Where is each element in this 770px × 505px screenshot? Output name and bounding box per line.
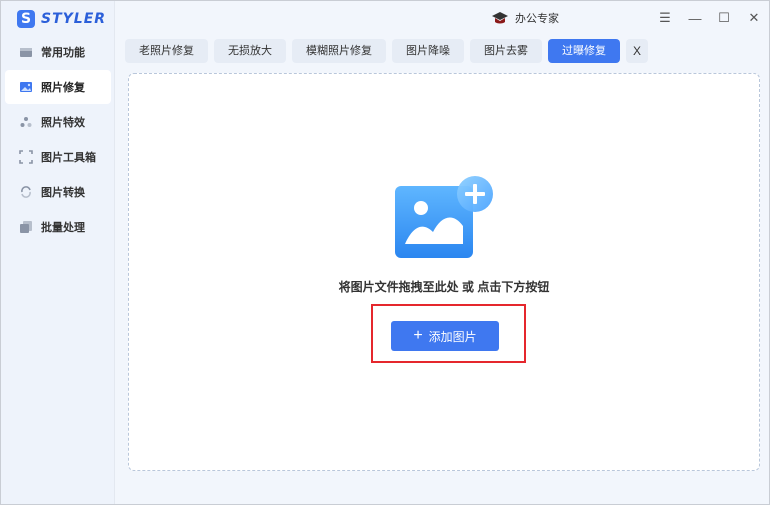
- app-window: S STYLER 常用功能 照片修复 照片特效 图片工具箱 图片转换 批量处理 …: [0, 0, 770, 505]
- maximize-icon: ☐: [718, 10, 730, 25]
- plus-icon: +: [413, 327, 423, 344]
- maximize-button[interactable]: ☐: [715, 9, 733, 27]
- sidebar: S STYLER 常用功能 照片修复 照片特效 图片工具箱 图片转换 批量处理: [1, 1, 115, 504]
- toolbox-icon: [20, 48, 32, 57]
- close-button[interactable]: ✕: [745, 9, 763, 27]
- close-icon: ✕: [748, 10, 760, 25]
- sidebar-item-batch[interactable]: 批量处理: [5, 210, 111, 244]
- logo-text: STYLER: [41, 11, 107, 27]
- tab-old-photo-repair[interactable]: 老照片修复: [125, 39, 208, 63]
- tab-blur-repair[interactable]: 模糊照片修复: [292, 39, 386, 63]
- sidebar-nav: 常用功能 照片修复 照片特效 图片工具箱 图片转换 批量处理: [5, 35, 111, 245]
- sidebar-item-label: 图片转换: [41, 187, 85, 199]
- title-bar: 办公专家 ☰ — ☐ ✕: [115, 1, 770, 35]
- drop-hint-text: 将图片文件拖拽至此处 或 点击下方按钮: [338, 280, 550, 294]
- sidebar-item-label: 常用功能: [41, 47, 85, 59]
- add-image-button[interactable]: + 添加图片: [391, 321, 499, 351]
- add-image-label: 添加图片: [428, 329, 477, 344]
- add-image-icon: [395, 176, 493, 258]
- app-logo: S STYLER: [17, 9, 106, 29]
- image-drop-zone[interactable]: 将图片文件拖拽至此处 或 点击下方按钮 + 添加图片: [128, 73, 760, 471]
- sidebar-item-label: 照片特效: [41, 117, 85, 129]
- convert-icon: [21, 186, 31, 198]
- sidebar-item-common[interactable]: 常用功能: [5, 35, 111, 69]
- sidebar-item-toolbox[interactable]: 图片工具箱: [5, 140, 111, 174]
- sidebar-item-photo-effects[interactable]: 照片特效: [5, 105, 111, 139]
- tab-overexposure-repair[interactable]: 过曝修复: [548, 39, 620, 63]
- effects-icon: [20, 117, 32, 127]
- minimize-icon: —: [688, 10, 702, 26]
- sidebar-item-photo-repair[interactable]: 照片修复: [5, 70, 111, 104]
- sidebar-item-label: 照片修复: [41, 82, 85, 94]
- tab-denoise[interactable]: 图片降噪: [392, 39, 464, 63]
- tab-lossless-upscale[interactable]: 无损放大: [214, 39, 286, 63]
- crop-frame-icon: [19, 150, 33, 164]
- menu-button[interactable]: ☰: [656, 9, 674, 27]
- logo-mark: S: [17, 10, 35, 28]
- office-expert-link[interactable]: 办公专家: [491, 10, 559, 26]
- tab-dehaze[interactable]: 图片去雾: [470, 39, 542, 63]
- sidebar-item-convert[interactable]: 图片转换: [5, 175, 111, 209]
- feature-tabs: 老照片修复 无损放大 模糊照片修复 图片降噪 图片去雾 过曝修复 X: [125, 39, 648, 63]
- tab-close-button[interactable]: X: [626, 39, 648, 63]
- menu-icon: ☰: [659, 10, 671, 25]
- batch-icon: [20, 221, 32, 233]
- office-expert-label: 办公专家: [515, 13, 559, 25]
- sidebar-item-label: 批量处理: [41, 222, 85, 234]
- minimize-button[interactable]: —: [686, 9, 704, 27]
- graduation-cap-icon: [492, 12, 508, 24]
- sidebar-item-label: 图片工具箱: [41, 152, 96, 164]
- photo-icon: [20, 82, 32, 92]
